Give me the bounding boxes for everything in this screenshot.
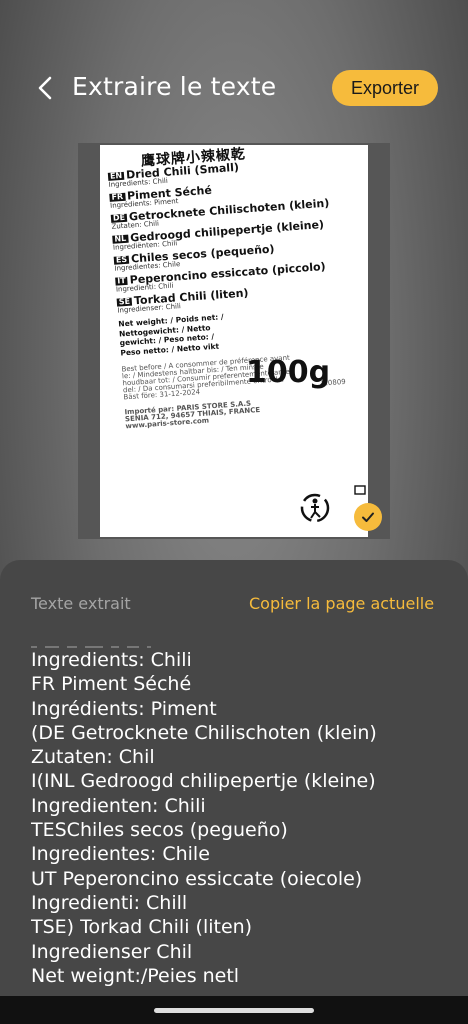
back-button[interactable] (28, 70, 64, 106)
extracted-text-area[interactable]: Ingredients: Chili FR Piment Séché Ingrédi… (31, 648, 441, 994)
sheet-title: Texte extrait (31, 594, 131, 613)
scanned-label-image: 鹰球牌小辣椒乾 EN Dried Chili (Small) Ingredients… (100, 145, 368, 537)
label-net-weight: 100g (246, 355, 331, 390)
extracted-text-line: Ingrédients: Piment (31, 697, 217, 720)
export-button[interactable]: Exporter (332, 70, 438, 106)
extracted-text-line: UT Peperoncino essiccate (oiecole) (31, 867, 363, 890)
check-icon (362, 512, 374, 522)
navigation-bar (0, 996, 468, 1024)
page-title: Extraire le texte (72, 72, 277, 101)
extracted-text-line: I(INL Gedroogd chilipepertje (kleine) (31, 770, 376, 793)
extracted-text-line: Ingredients: Chili (31, 649, 192, 671)
copy-current-page-button[interactable]: Copier la page actuelle (249, 593, 439, 614)
home-indicator[interactable] (154, 1008, 314, 1013)
extracted-text-line: (DE Getrocknete Chilischoten (klein) (31, 721, 377, 744)
extracted-text-line: TESChiles secos (pegueño) (31, 819, 288, 842)
extracted-text-line: Ingredienser Chil (31, 940, 193, 963)
page-selected-check[interactable] (354, 503, 382, 531)
label-language-lines: EN Dried Chili (Small) Ingredients: Chili F… (107, 153, 368, 315)
extracted-text-line: Net weignt:/Peies netl (31, 964, 240, 987)
box-icon (354, 485, 366, 495)
screen: Extraire le texte Exporter 鹰球牌小辣椒乾 EN Dri… (0, 0, 468, 1024)
label-best-before: Best before / A consommer de préférence … (121, 348, 368, 402)
extracted-text-line: Ingredienten: Chili (31, 794, 206, 817)
extracted-text-line: Zutaten: Chil (31, 746, 155, 769)
document-preview[interactable]: 鹰球牌小辣椒乾 EN Dried Chili (Small) Ingredients… (78, 143, 390, 539)
extracted-text-line: FR Piment Séché (31, 673, 192, 696)
top-bar: Extraire le texte Exporter (0, 60, 468, 116)
arrow-left-icon (38, 76, 52, 100)
extracted-text-line: Ingredientes: Chile (31, 843, 210, 866)
recycle-person-icon (300, 493, 330, 523)
extracted-text-line: Ingredienti: Chill (31, 891, 188, 914)
extracted-text-sheet: Texte extrait Copier la page actuelle In… (0, 560, 468, 1000)
extracted-text-line: TSE) Torkad Chili (liten) (31, 916, 253, 939)
